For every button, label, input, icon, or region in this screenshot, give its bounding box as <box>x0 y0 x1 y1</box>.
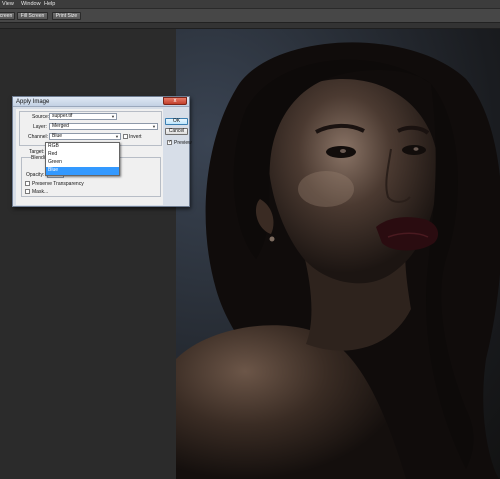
full-screen-button[interactable]: creen <box>0 12 15 20</box>
document-canvas[interactable] <box>176 29 500 479</box>
layer-value: Merged <box>52 123 69 129</box>
menu-window[interactable]: Window <box>21 1 41 7</box>
dialog-title: Apply Image <box>16 99 50 105</box>
menu-view[interactable]: View <box>2 1 14 7</box>
print-size-button[interactable]: Print Size <box>52 12 81 20</box>
layer-select[interactable]: Merged ▼ <box>49 123 158 130</box>
cancel-button[interactable]: Cancel <box>165 128 188 135</box>
channel-value: Blue <box>52 133 63 139</box>
preview-checkbox[interactable]: ✓ <box>167 140 172 145</box>
chevron-down-icon: ▼ <box>115 134 119 139</box>
preview-label: Preview <box>174 140 192 146</box>
channel-option-green[interactable]: Green <box>46 159 119 167</box>
source-label: Source: <box>32 114 50 120</box>
chevron-down-icon: ▼ <box>152 124 156 129</box>
chevron-down-icon: ▼ <box>111 114 115 119</box>
layer-label: Layer: <box>33 124 47 130</box>
close-button[interactable]: x <box>163 97 187 105</box>
menu-bar: View Window Help <box>0 0 500 9</box>
channel-option-rgb[interactable]: RGB <box>46 143 119 151</box>
channel-dropdown-list: RGB Red Green Blue <box>45 142 120 176</box>
opacity-label: Opacity: <box>26 172 45 178</box>
fill-screen-button[interactable]: Fill Screen <box>17 12 48 20</box>
invert-checkbox[interactable] <box>123 134 128 139</box>
channel-select[interactable]: Blue ▼ <box>49 133 121 140</box>
dialog-title-bar[interactable]: Apply Image x <box>13 97 189 107</box>
mask-label: Mask... <box>32 189 49 195</box>
ok-button[interactable]: OK <box>165 118 188 125</box>
source-select[interactable]: supper.tif ▼ <box>49 113 117 120</box>
preserve-transparency-checkbox[interactable] <box>25 181 30 186</box>
channel-option-red[interactable]: Red <box>46 151 119 159</box>
source-value: supper.tif <box>52 113 73 119</box>
menu-help[interactable]: Help <box>44 1 55 7</box>
mask-checkbox[interactable] <box>25 189 30 194</box>
invert-label: Invert <box>129 134 142 140</box>
portrait-photo <box>176 42 500 479</box>
preserve-transparency-label: Preserve Transparency <box>32 181 84 187</box>
blending-label: Blendi <box>31 155 45 161</box>
channel-option-blue[interactable]: Blue <box>46 167 119 175</box>
options-bar: creen Fill Screen Print Size <box>0 9 500 23</box>
channel-label: Channel: <box>28 134 49 140</box>
